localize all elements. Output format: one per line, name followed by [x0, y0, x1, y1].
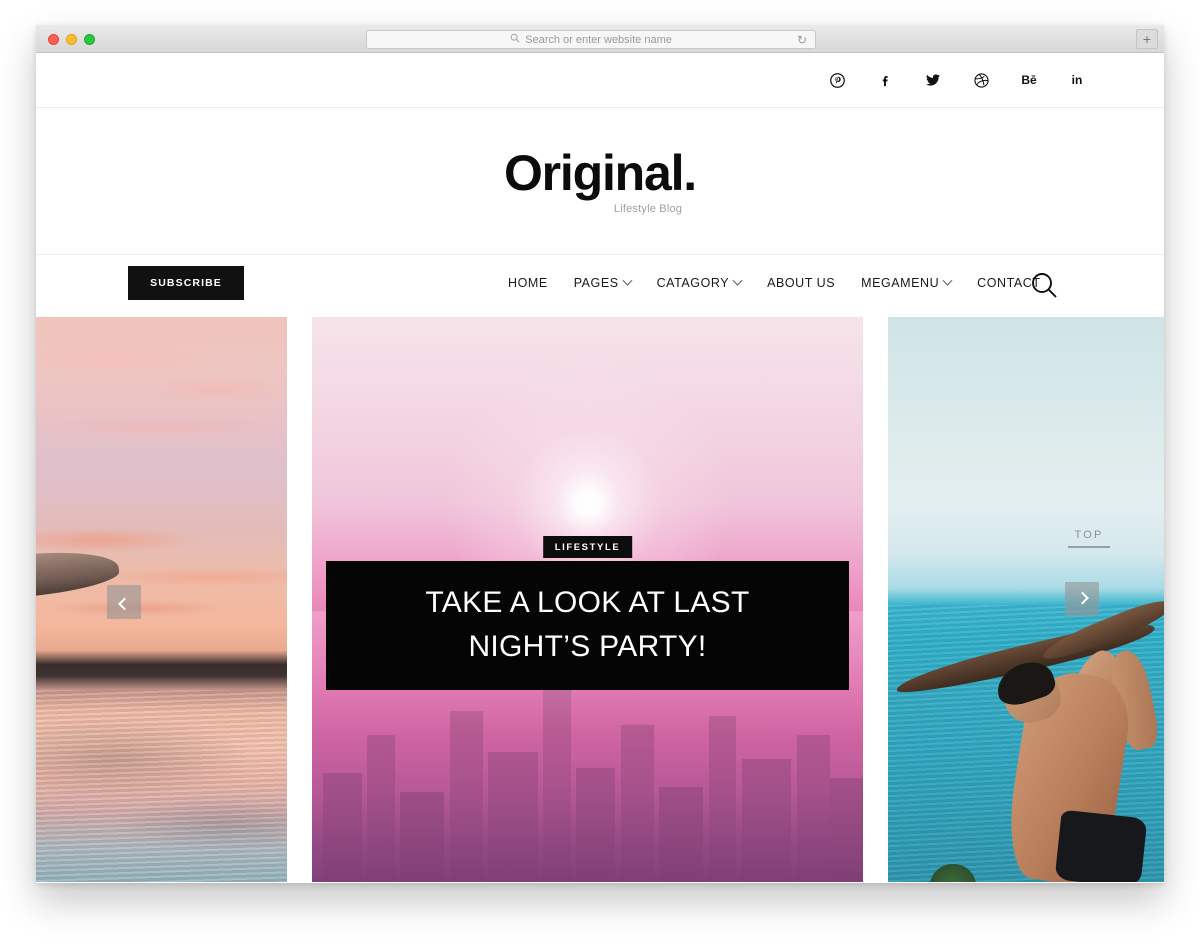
hero-slider: LIFESTYLE TAKE A LOOK AT LAST NIGHT’S PA… [36, 317, 1164, 882]
behance-icon[interactable]: Bē [1020, 71, 1038, 89]
menu-item-home[interactable]: HOME [508, 276, 548, 290]
menu-label: MEGAMENU [861, 276, 940, 290]
social-topbar: Bē in [36, 53, 1164, 108]
subscribe-button[interactable]: SUBSCRIBE [128, 266, 244, 300]
menu-label: PAGES [573, 276, 619, 290]
slide-image [888, 317, 1164, 882]
cloud-layer [36, 333, 287, 459]
browser-titlebar: Search or enter website name ↻ + [36, 25, 1164, 53]
reload-icon[interactable]: ↻ [797, 34, 807, 46]
headline-line-1: TAKE A LOOK AT LAST [425, 586, 750, 619]
twitter-icon[interactable] [924, 71, 942, 89]
minimize-window-button[interactable] [66, 34, 77, 45]
water-reflection [36, 689, 287, 882]
site-logo-block: Original. Lifestyle Blog [36, 108, 1164, 255]
menu-label: ABOUT US [767, 276, 836, 290]
menu-item-pages[interactable]: PAGES [573, 275, 633, 290]
man-shorts-shape [1054, 809, 1148, 882]
menu-item-megamenu[interactable]: MEGAMENU [861, 275, 953, 290]
slide-pink-cityscape[interactable]: LIFESTYLE TAKE A LOOK AT LAST NIGHT’S PA… [312, 317, 863, 882]
social-links: Bē in [828, 71, 1086, 89]
new-tab-button[interactable]: + [1136, 29, 1158, 49]
search-icon [510, 33, 520, 46]
search-icon[interactable] [1028, 269, 1062, 303]
menu-label: CATAGORY [656, 276, 730, 290]
site-logo[interactable]: Original. [504, 148, 697, 198]
slide-image [36, 317, 287, 882]
category-badge[interactable]: LIFESTYLE [542, 536, 633, 558]
facebook-icon[interactable] [876, 71, 894, 89]
site-tagline: Lifestyle Blog [613, 202, 683, 215]
dribbble-icon[interactable] [972, 71, 990, 89]
window-controls [48, 34, 95, 45]
pinterest-icon[interactable] [828, 71, 846, 89]
main-menu: HOME PAGES CATAGORY ABOUT US MEGAMENU CO… [508, 275, 1041, 290]
scroll-to-top-label: TOP [1074, 529, 1104, 541]
page-viewport: Bē in Original. Lifestyle Blog SUBSCRIBE… [36, 53, 1164, 882]
browser-window: Search or enter website name ↻ + Bē in O… [36, 25, 1164, 883]
address-bar-placeholder: Search or enter website name [525, 33, 672, 46]
menu-item-catagory[interactable]: CATAGORY [656, 275, 743, 290]
main-navbar: SUBSCRIBE HOME PAGES CATAGORY ABOUT US M… [36, 255, 1164, 317]
headline-line-2: NIGHT’S PARTY! [468, 629, 707, 663]
close-window-button[interactable] [48, 34, 59, 45]
scroll-to-top-rule [1068, 546, 1110, 548]
foliage-shape [930, 864, 976, 882]
chevron-down-icon [622, 275, 633, 286]
scroll-to-top-link[interactable]: TOP [1068, 529, 1110, 548]
chevron-glyph [1075, 591, 1089, 604]
chevron-left-icon[interactable] [107, 585, 141, 619]
linkedin-icon[interactable]: in [1068, 71, 1086, 89]
menu-label: HOME [508, 276, 548, 290]
slide-ocean-man-driftwood[interactable] [888, 317, 1164, 882]
address-bar-content: Search or enter website name [510, 33, 672, 46]
featured-headline-box[interactable]: TAKE A LOOK AT LAST NIGHT’S PARTY! [326, 561, 849, 690]
slide-beach-sunset-surfboard[interactable] [36, 317, 287, 882]
chevron-down-icon [732, 275, 743, 286]
menu-item-about-us[interactable]: ABOUT US [767, 276, 835, 290]
chevron-down-icon [942, 275, 953, 286]
maximize-window-button[interactable] [84, 34, 95, 45]
address-bar[interactable]: Search or enter website name ↻ [366, 30, 816, 49]
chevron-right-icon[interactable] [1065, 582, 1099, 616]
chevron-glyph [117, 597, 131, 610]
